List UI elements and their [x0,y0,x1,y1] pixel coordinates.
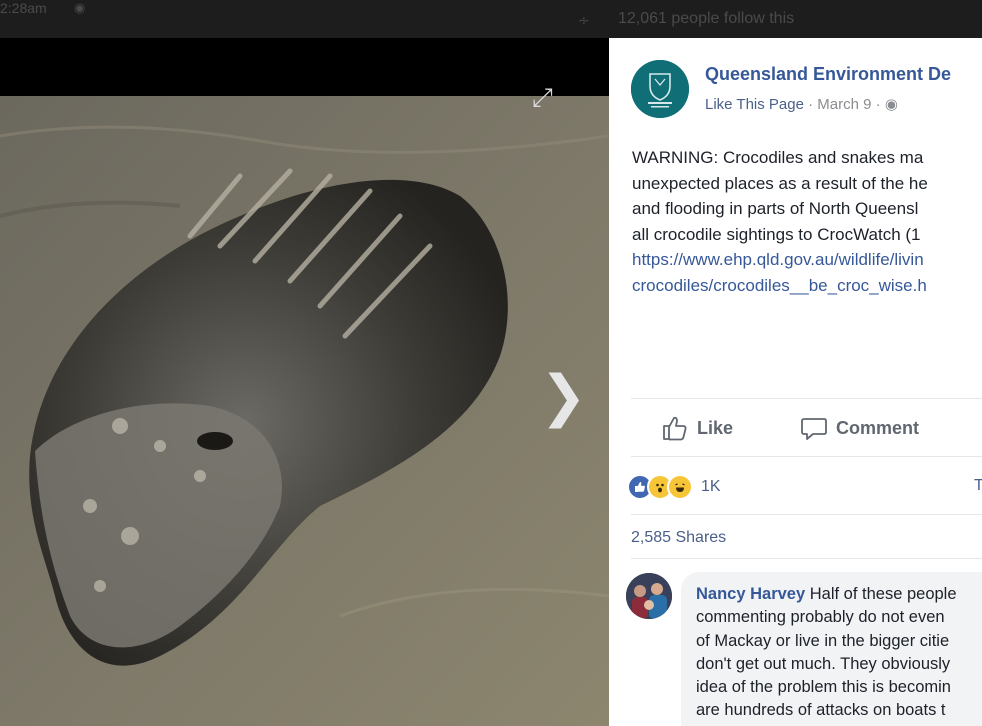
post-date[interactable]: March 9 [817,96,871,113]
comment-button[interactable]: Comment [800,414,919,442]
page-name[interactable]: Queensland Environment De [705,64,951,85]
comment-author[interactable]: Nancy Harvey [696,585,805,603]
like-button[interactable]: Like [661,414,733,442]
thumbs-up-icon [663,416,687,441]
expand-icon[interactable]: ⤢ [532,82,553,114]
comment-line: Half of these people [805,585,957,603]
comment-line: of Mackay or live in the bigger citie [696,631,950,650]
crocodile-photo [0,96,609,726]
rss-icon: ∻ [578,12,590,28]
shares-count[interactable]: 2,585 Shares [631,529,726,547]
top-bar: 2:28am ◉ ∻ 12,061 people follow this [0,0,982,38]
photo-viewer: ⤢ ❯ [0,38,609,726]
comment-label: Comment [836,417,920,438]
comment-line: commenting probably do not even [696,608,945,627]
truncated-link[interactable]: T [974,477,982,495]
reactions-summary[interactable]: 1K [627,474,721,500]
crest-icon [631,60,689,118]
comment-text: Nancy Harvey Half of these people commen… [696,583,957,723]
post-line: and flooding in parts of North Queensl [632,199,919,218]
followers-count: 12,061 people follow this [618,10,795,27]
haha-reaction-icon [667,474,693,500]
comment-line: idea of the problem this is becomin [696,678,951,697]
divider [631,398,982,399]
reaction-count[interactable]: 1K [701,478,721,496]
post-line: unexpected places as a result of the he [632,173,928,193]
post-line: all crocodile sightings to CrocWatch (1 [632,224,921,244]
avatar[interactable] [626,573,672,619]
avatar-photo [626,573,672,619]
post-panel: Queensland Environment De Like This Page… [609,38,982,726]
chevron-right-icon[interactable]: ❯ [540,368,587,424]
like-page-link[interactable]: Like This Page [705,96,804,113]
comment-line: don't get out much. They obviously [696,654,951,673]
page-logo[interactable] [631,60,689,118]
globe-icon: ◉ [884,96,898,113]
post-meta: Like This Page · March 9 · ◉ [705,95,898,113]
timestamp: 2:28am [0,0,47,16]
meta-separator: · [808,96,814,113]
post-link[interactable]: crocodiles/crocodiles__be_croc_wise.h [632,273,982,299]
globe-icon: ◉ [74,0,86,15]
like-label: Like [697,417,734,438]
divider [631,558,982,559]
comment-line: are hundreds of attacks on boats t [696,701,946,720]
divider [631,456,982,457]
post-link[interactable]: https://www.ehp.qld.gov.au/wildlife/livi… [632,247,982,273]
meta-separator: · [875,96,881,113]
post-text: WARNING: Crocodiles and snakes ma unexpe… [632,145,982,298]
comment-icon [801,418,827,440]
divider [631,514,982,515]
post-line: WARNING: Crocodiles and snakes ma [632,148,924,167]
